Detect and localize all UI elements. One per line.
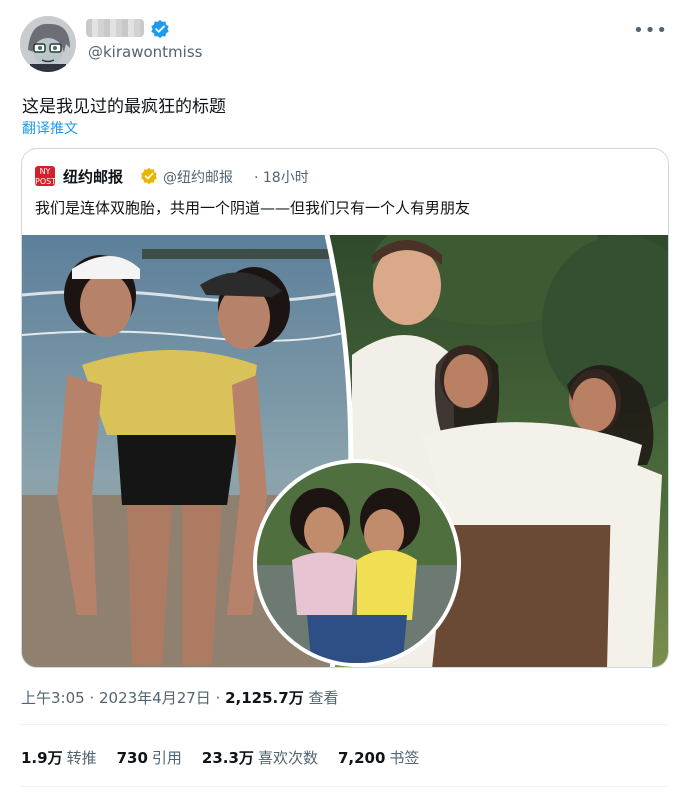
quotes-stat[interactable]: 730 引用	[117, 747, 182, 768]
divider	[21, 724, 669, 725]
views-count: 2,125.7万	[225, 689, 304, 707]
tweet-text: 这是我见过的最疯狂的标题	[22, 97, 226, 117]
divider	[21, 786, 669, 787]
likes-stat[interactable]: 23.3万 喜欢次数	[202, 747, 318, 768]
tweet-meta: 上午3:05 · 2023年4月27日 · 2,125.7万 查看	[21, 687, 338, 708]
quoted-tweet-card[interactable]: NY POST 纽约邮报 @纽约邮报 · 18小时 我们是连体双胞胎，共用一个阴道…	[21, 148, 669, 668]
quoted-media-photo[interactable]	[22, 235, 668, 667]
views-label: 查看	[303, 689, 339, 707]
nypost-logo-icon: NY POST	[35, 166, 57, 186]
more-options-icon[interactable]: •••	[633, 20, 668, 41]
quoted-author-name[interactable]: 纽约邮报	[63, 166, 123, 187]
author-handle[interactable]: @kirawontmiss	[88, 43, 202, 61]
engagement-stats: 1.9万 转推 730 引用 23.3万 喜欢次数 7,200 书签	[21, 747, 419, 768]
avatar-cartoon-icon	[20, 16, 76, 72]
quoted-tweet-text: 我们是连体双胞胎，共用一个阴道——但我们只有一个人有男朋友	[35, 199, 471, 217]
quoted-timestamp[interactable]: · 18小时	[254, 167, 309, 187]
gold-check-badge-icon	[141, 167, 157, 185]
photo-collage-image	[22, 235, 668, 667]
verified-badge-icon	[151, 19, 169, 39]
tweet-datetime[interactable]: 上午3:05 · 2023年4月27日 ·	[21, 689, 225, 707]
translate-tweet-link[interactable]: 翻译推文	[22, 118, 78, 138]
bookmarks-stat[interactable]: 7,200 书签	[338, 747, 419, 768]
display-name-blurred[interactable]	[86, 19, 144, 37]
retweets-stat[interactable]: 1.9万 转推	[21, 747, 97, 768]
quoted-author-handle[interactable]: @纽约邮报	[163, 167, 233, 187]
avatar[interactable]	[20, 16, 76, 72]
